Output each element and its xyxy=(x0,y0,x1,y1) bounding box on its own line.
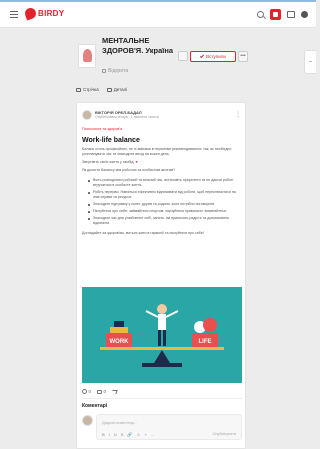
list-item: Знаходьте підтримку у колег, друзів та р… xyxy=(88,202,242,207)
post-title: Work-life balance xyxy=(82,137,140,144)
tab-feed[interactable]: Стрічка xyxy=(76,87,99,92)
logo[interactable]: BIRDY xyxy=(23,6,65,21)
bold-button[interactable]: B xyxy=(102,432,105,437)
divider xyxy=(82,398,242,399)
strike-button[interactable]: S xyxy=(121,432,124,437)
emoji-button[interactable]: ☺ xyxy=(136,432,140,437)
comments-title: Коментарі xyxy=(82,403,108,409)
italic-button[interactable]: I xyxy=(109,432,110,437)
comment-icon xyxy=(97,389,103,394)
profile-icon[interactable] xyxy=(301,11,308,18)
post-closing: Доглядайте за здоров'ям, вчіться жити в … xyxy=(82,231,204,235)
feed-icon xyxy=(76,87,81,92)
comment-toolbar: B I U S 🔗 ☺ + ... xyxy=(102,432,154,437)
share-button[interactable] xyxy=(111,389,118,394)
comment-count: 0 xyxy=(103,389,107,394)
list-item: Робіть перерви. Навчіться ефективно відп… xyxy=(88,190,242,200)
group-avatar[interactable] xyxy=(78,44,96,68)
publish-comment-button[interactable]: Опублікувати xyxy=(213,432,236,436)
tab-details-label: Деталі xyxy=(113,87,128,92)
post-card: ВІКТОРІЯ ОРЕЛ-БАДАЛ Опубліковано вчора ·… xyxy=(76,102,246,449)
work-life-balance-illustration: WORK LIFE xyxy=(82,287,242,383)
life-label: LIFE xyxy=(199,339,212,345)
post-reactions: 0 0 xyxy=(82,389,118,394)
share-group-icon[interactable] xyxy=(178,51,188,61)
lock-icon xyxy=(102,69,106,73)
list-item: Піклуйтеся про себе: займайтеся спортом,… xyxy=(88,209,242,214)
top-actions xyxy=(257,9,308,20)
group-privacy-label: Відкрита xyxy=(108,68,129,74)
balance-scale-graphic: WORK LIFE xyxy=(82,287,242,383)
group-privacy: Відкрита xyxy=(102,68,128,74)
menu-icon[interactable] xyxy=(10,11,18,18)
underline-button[interactable]: U xyxy=(114,432,117,437)
heart-emoji-icon: ♥ xyxy=(135,160,138,164)
post-menu-icon[interactable]: ⋮ xyxy=(235,111,241,118)
side-panel-toggle[interactable] xyxy=(304,50,316,74)
like-button[interactable]: 0 xyxy=(82,389,91,394)
group-more-button[interactable]: ••• xyxy=(238,51,248,62)
like-count: 0 xyxy=(88,389,92,394)
post-list: Вчіть розподіляти робочий та вільний час… xyxy=(88,178,242,226)
details-icon xyxy=(106,87,112,92)
comment-input[interactable]: Додати коментар... B I U S 🔗 ☺ + ... Опу… xyxy=(96,414,242,440)
post-meta: Опубліковано вчора · 1 хвилина читати xyxy=(95,115,159,119)
joined-button[interactable]: Вступили xyxy=(190,51,236,62)
post-paragraph: Баланс стиль професійних, не із змінами … xyxy=(82,147,232,156)
logo-bird-icon xyxy=(23,6,38,21)
commenter-avatar xyxy=(82,415,93,426)
group-tabs: Стрічка Деталі xyxy=(76,87,127,92)
heart-icon xyxy=(82,389,87,394)
work-label: WORK xyxy=(110,339,130,345)
logo-text: BIRDY xyxy=(38,9,65,18)
comment-button[interactable]: 0 xyxy=(97,389,106,394)
link-button[interactable]: 🔗 xyxy=(127,432,132,437)
share-icon xyxy=(111,389,118,394)
check-icon xyxy=(200,53,205,59)
list-item: Вчіть розподіляти робочий та вільний час… xyxy=(88,178,242,188)
top-bar: BIRDY xyxy=(0,2,316,28)
group-title: МЕНТАЛЬНЕ ЗДОРОВ'Я. Україна xyxy=(102,36,174,55)
post-body: Баланс стиль професійних, не із змінами … xyxy=(82,147,242,239)
messages-icon[interactable] xyxy=(287,11,295,18)
notifications-icon[interactable] xyxy=(270,9,281,20)
list-item: Знаходьте час для улюблених хобі, занять… xyxy=(88,216,242,226)
add-button[interactable]: + xyxy=(144,432,146,437)
more-format-button[interactable]: ... xyxy=(151,432,154,437)
tab-feed-label: Стрічка xyxy=(83,87,99,92)
author-avatar[interactable] xyxy=(82,110,92,120)
post-paragraph: Як досягти балансу між роботою та особис… xyxy=(82,168,176,172)
post-tag[interactable]: Психологія та здоров'я xyxy=(82,127,122,131)
post-paragraph: Звертаєть своїх життя у свобід. ♥ xyxy=(82,160,138,164)
joined-button-label: Вступили xyxy=(206,54,226,59)
comment-placeholder: Додати коментар... xyxy=(102,420,138,425)
search-icon[interactable] xyxy=(257,11,264,18)
tab-details[interactable]: Деталі xyxy=(106,87,128,92)
